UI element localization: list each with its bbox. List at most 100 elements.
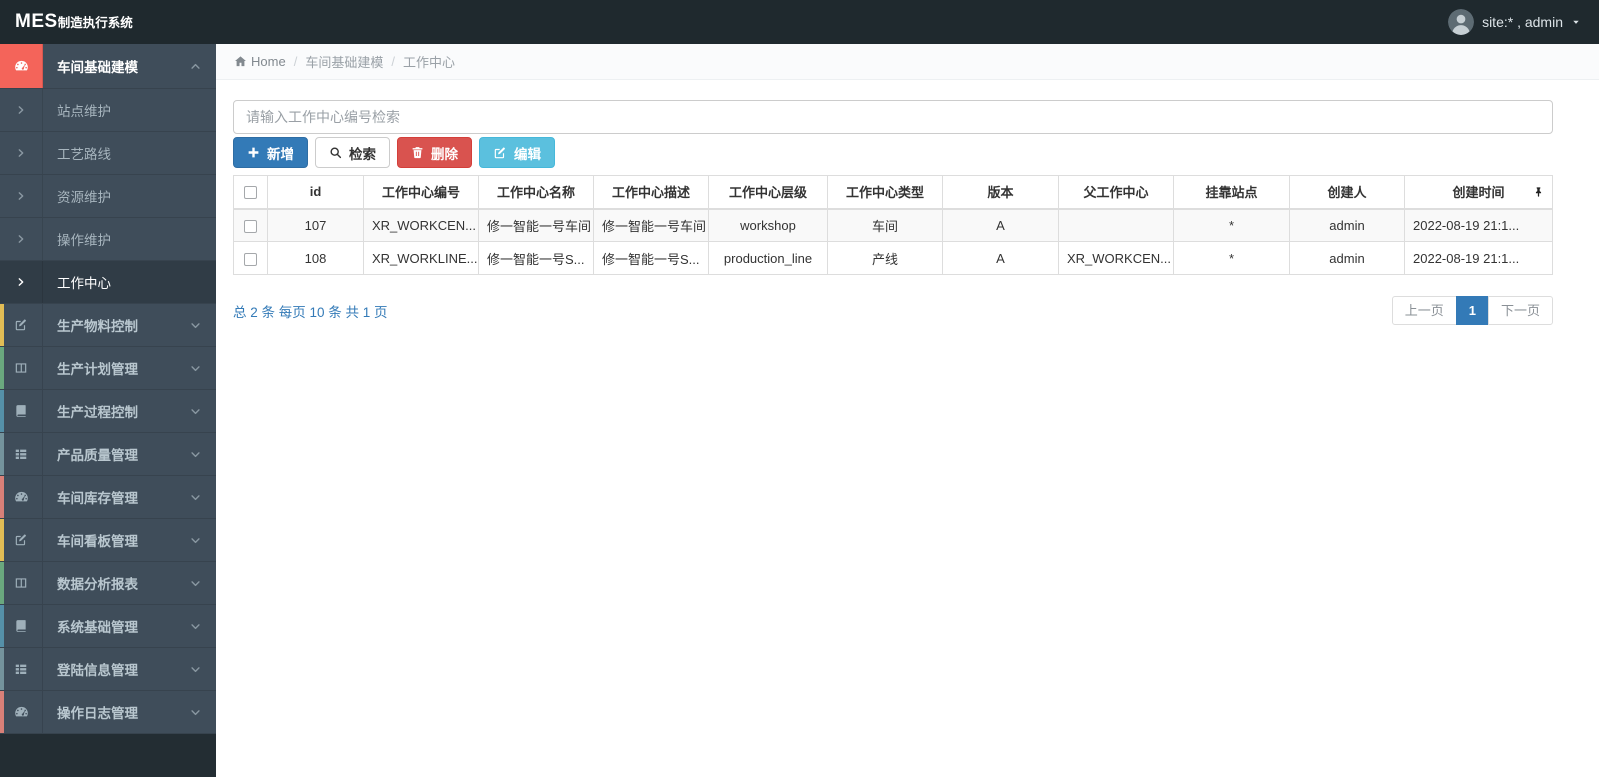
user-menu[interactable]: site:* , admin (1448, 9, 1599, 35)
chevron-right-icon (16, 191, 26, 201)
accent-strip (0, 605, 4, 647)
pagination-info[interactable]: 总 2 条 每页 10 条 共 1 页 (233, 301, 388, 321)
home-icon (234, 55, 247, 68)
search-button[interactable]: 检索 (315, 137, 390, 168)
accent-strip (0, 519, 4, 561)
sidebar-item-operation-log-management[interactable]: 操作日志管理 (0, 691, 216, 734)
sidebar-subitem-resource-maintenance[interactable]: 资源维护 (0, 175, 216, 218)
chevron-down-icon (190, 664, 201, 675)
chevron-down-icon (190, 406, 201, 417)
column-header: 工作中心描述 (593, 175, 709, 210)
accent-strip (0, 476, 4, 518)
accent-strip (0, 691, 4, 733)
table-cell (1058, 208, 1174, 242)
table-cell: admin (1289, 208, 1405, 242)
sidebar-item-process-control[interactable]: 生产过程控制 (0, 390, 216, 433)
add-button[interactable]: 新增 (233, 137, 308, 168)
table-cell: 车间 (827, 208, 943, 242)
table-cell: A (942, 208, 1059, 242)
sidebar-item-plan-management[interactable]: 生产计划管理 (0, 347, 216, 390)
sidebar-item-quality-management[interactable]: 产品质量管理 (0, 433, 216, 476)
sidebar-item-label: 生产过程控制 (57, 405, 138, 420)
breadcrumb-item-home[interactable]: Home (234, 54, 286, 69)
chevron-right-icon (16, 234, 26, 244)
table-cell: 2022-08-19 21:1... (1404, 208, 1553, 242)
sidebar-item-material-control[interactable]: 生产物料控制 (0, 304, 216, 347)
sidebar-item-login-info-management[interactable]: 登陆信息管理 (0, 648, 216, 691)
column-header: id (267, 175, 364, 210)
gauge-icon (14, 490, 29, 505)
sidebar: 车间基础建模 站点维护 工艺路线资源维护操作维护工作中心生产物料控制生产计划管理 生产… (0, 44, 216, 777)
breadcrumb-label: 工作中心 (402, 55, 455, 70)
edit-icon (493, 146, 507, 160)
book-icon (14, 404, 28, 418)
columns-icon (14, 361, 28, 375)
column-header: 版本 (942, 175, 1059, 210)
table-row[interactable]: 108 XR_WORKLINE... 修一智能一号S... 修一智能一号S... pro… (233, 241, 1553, 275)
accent-strip (0, 648, 4, 690)
breadcrumb-separator: / (391, 54, 395, 69)
main-content: 新增 检索 删除 编辑 id工作中心编号工作中心名称工作中心描述工作中心层级工作中心类… (216, 80, 1599, 777)
sidebar-item-label: 操作日志管理 (57, 706, 138, 721)
chevron-down-icon (190, 707, 201, 718)
edit-icon (14, 318, 28, 332)
sidebar-menu: 车间基础建模 站点维护 工艺路线资源维护操作维护工作中心生产物料控制生产计划管理 生产… (0, 44, 216, 734)
user-menu-label: site:* , admin (1482, 14, 1563, 30)
search-icon (329, 146, 342, 159)
sidebar-subitem-label: 工作中心 (57, 276, 111, 291)
delete-button-label: 删除 (431, 146, 458, 162)
delete-button[interactable]: 删除 (397, 137, 472, 168)
table-header-row: id 工作中心编号 工作中心名称 工作中心描述 工作中心层级 工作中心类型 版本 父工作中心挂… (233, 175, 1553, 210)
accent-strip (0, 304, 4, 346)
sidebar-item-inventory-management[interactable]: 车间库存管理 (0, 476, 216, 519)
logo-rest: 制造执行系统 (57, 16, 133, 30)
row-checkbox[interactable] (244, 252, 257, 266)
table-cell: 108 (267, 241, 364, 275)
page-1-button[interactable]: 1 (1455, 296, 1489, 325)
chevron-down-icon (190, 578, 201, 589)
sidebar-subitem-operation-maintenance[interactable]: 操作维护 (0, 218, 216, 261)
table-cell: XR_WORKCEN... (363, 208, 479, 242)
sidebar-subitem-station-maintenance[interactable]: 站点维护 (0, 89, 216, 132)
column-header: 创建人 (1289, 175, 1405, 210)
app-logo: MES制造执行系统 (0, 11, 216, 33)
sidebar-item-label: 生产计划管理 (57, 362, 138, 377)
sidebar-subitem-work-center[interactable]: 工作中心 (0, 261, 216, 304)
pin-icon[interactable] (1533, 186, 1544, 197)
sidebar-item-label: 登陆信息管理 (57, 663, 138, 678)
logo-bold: MES (15, 11, 58, 32)
accent-strip (0, 347, 4, 389)
table-cell: A (942, 241, 1059, 275)
chevron-down-icon (190, 320, 201, 331)
chevron-right-icon (16, 277, 26, 287)
sidebar-item-workshop-modeling[interactable]: 车间基础建模 (0, 44, 216, 89)
next-page-button[interactable]: 下一页 (1487, 296, 1553, 325)
table-cell: * (1173, 241, 1290, 275)
prev-page-button[interactable]: 上一页 (1391, 296, 1457, 325)
sidebar-item-system-basic-management[interactable]: 系统基础管理 (0, 605, 216, 648)
table-cell: 修一智能一号S... (478, 241, 594, 275)
edit-button[interactable]: 编辑 (479, 137, 555, 168)
work-center-table: id 工作中心编号 工作中心名称 工作中心描述 工作中心层级 工作中心类型 版本 父工作中心挂… (233, 175, 1553, 275)
sidebar-subitem-process-route[interactable]: 工艺路线 (0, 132, 216, 175)
pagination: 总 2 条 每页 10 条 共 1 页 上一页 1 下一页 (233, 296, 1553, 325)
edit-icon (14, 533, 28, 547)
breadcrumb-item-workshop-modeling[interactable]: 车间基础建模 (305, 52, 383, 71)
sidebar-item-label: 车间库存管理 (57, 491, 138, 506)
breadcrumb-label: 车间基础建模 (305, 55, 384, 70)
sidebar-item-label: 数据分析报表 (57, 577, 138, 592)
list-icon (14, 447, 28, 461)
list-icon (14, 662, 28, 676)
table-cell: 107 (267, 208, 364, 242)
search-input[interactable] (233, 100, 1553, 134)
accent-strip (0, 562, 4, 604)
table-row[interactable]: 107 XR_WORKCEN... 修一智能一号车间 修一智能一号车间 workshop… (233, 208, 1553, 242)
select-all-checkbox[interactable] (244, 186, 257, 200)
sidebar-item-board-management[interactable]: 车间看板管理 (0, 519, 216, 562)
sidebar-subitem-label: 资源维护 (57, 190, 111, 205)
breadcrumb: Home / 车间基础建模 / 工作中心 (216, 44, 1599, 80)
sidebar-item-data-analysis-report[interactable]: 数据分析报表 (0, 562, 216, 605)
edit-button-label: 编辑 (514, 146, 541, 162)
row-checkbox[interactable] (244, 219, 257, 233)
table-cell: 2022-08-19 21:1... (1404, 241, 1553, 275)
